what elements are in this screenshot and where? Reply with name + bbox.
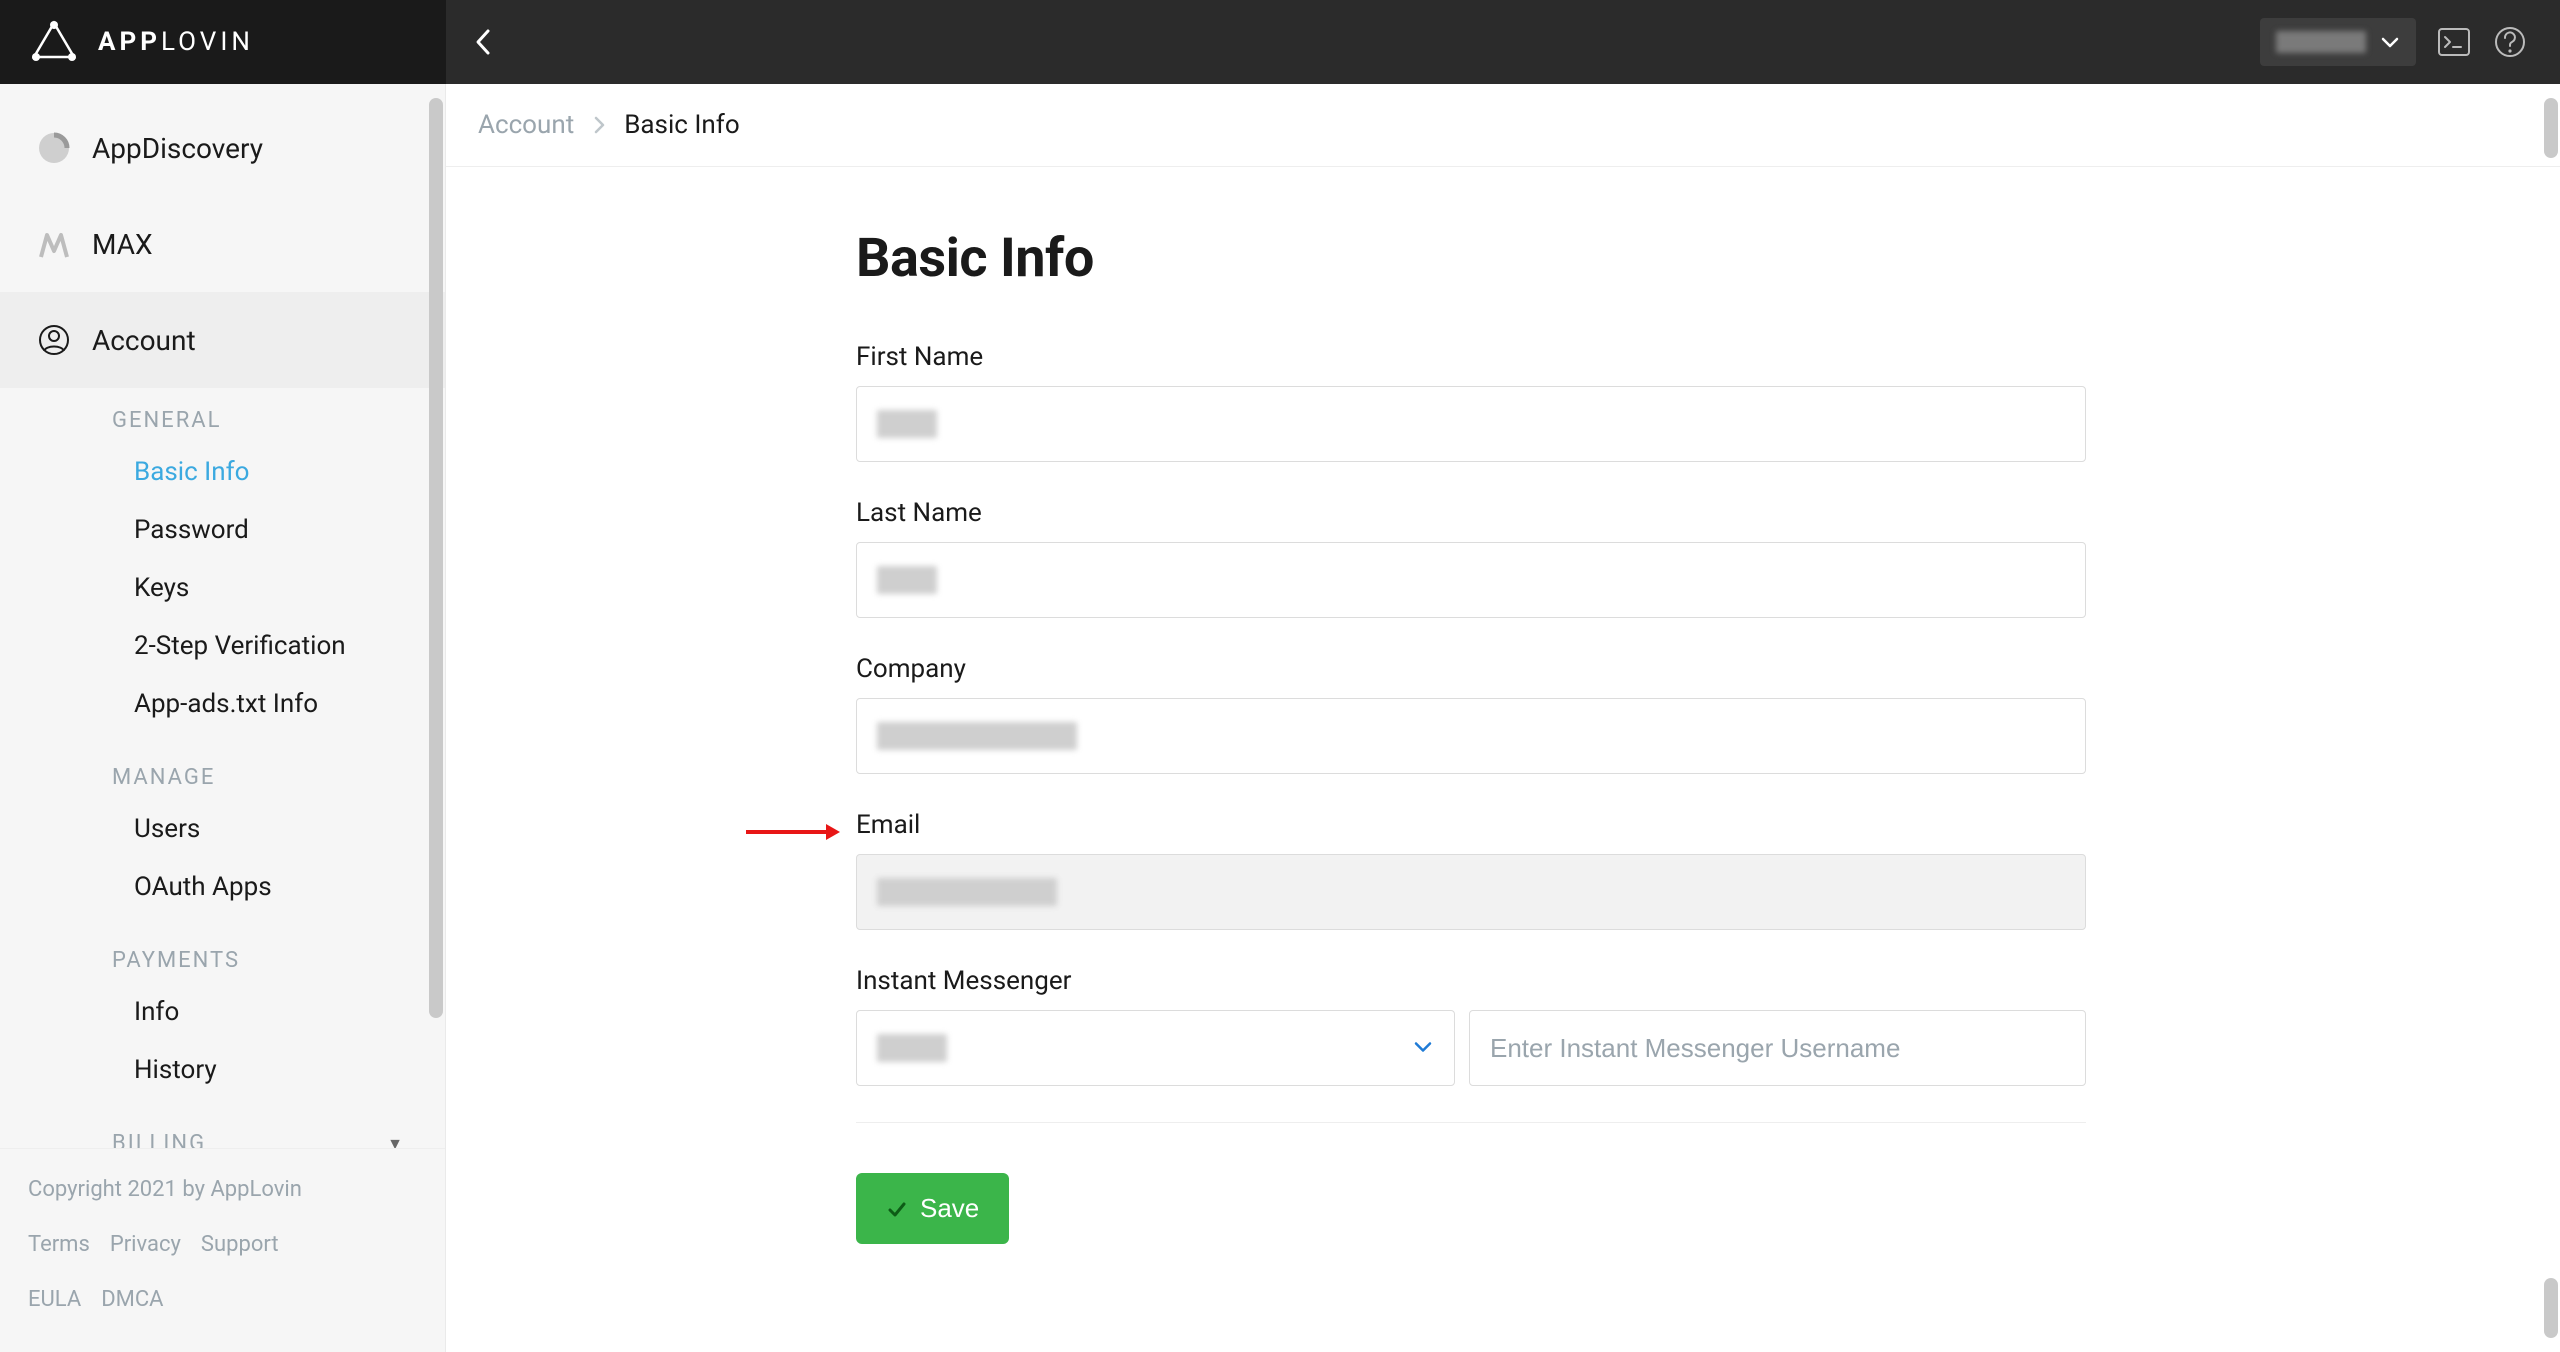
email-input xyxy=(856,854,2086,930)
sidebar-item-max[interactable]: MAX xyxy=(0,196,445,292)
masked-value xyxy=(877,878,1057,906)
first-name-label: First Name xyxy=(856,342,2086,372)
chevron-down-icon xyxy=(2380,35,2400,49)
masked-value xyxy=(877,722,1077,750)
masked-value xyxy=(877,1034,947,1062)
sidebar-item-label: MAX xyxy=(92,228,153,261)
chevron-right-icon xyxy=(592,115,606,135)
footer-link-dmca[interactable]: DMCA xyxy=(101,1287,163,1312)
help-icon xyxy=(2493,25,2527,59)
footer-link-support[interactable]: Support xyxy=(201,1232,279,1257)
sidebar-item-appdiscovery[interactable]: AppDiscovery xyxy=(0,100,445,196)
brand-logo[interactable]: APPLOVIN xyxy=(0,0,446,84)
sidebar-sub-password[interactable]: Password xyxy=(0,501,445,559)
sidebar-item-label: Account xyxy=(92,324,196,357)
footer-link-eula[interactable]: EULA xyxy=(28,1287,81,1312)
account-icon xyxy=(36,322,72,358)
appdiscovery-icon xyxy=(36,130,72,166)
chevron-down-icon xyxy=(1413,1039,1433,1058)
help-button[interactable] xyxy=(2490,22,2530,62)
sidebar-sub-history[interactable]: History xyxy=(0,1041,445,1099)
company-label: Company xyxy=(856,654,2086,684)
save-button[interactable]: Save xyxy=(856,1173,1009,1244)
email-label: Email xyxy=(856,810,2086,840)
terminal-icon xyxy=(2437,27,2471,57)
masked-value xyxy=(877,566,937,594)
im-username-input[interactable] xyxy=(1469,1010,2086,1086)
chevron-left-icon xyxy=(474,27,494,57)
check-icon xyxy=(886,1198,908,1220)
sidebar-item-label: AppDiscovery xyxy=(92,132,263,165)
applovin-logo-icon xyxy=(30,19,78,65)
sidebar-sub-oauth-apps[interactable]: OAuth Apps xyxy=(0,858,445,916)
sidebar-sub-users[interactable]: Users xyxy=(0,800,445,858)
last-name-label: Last Name xyxy=(856,498,2086,528)
breadcrumb-current: Basic Info xyxy=(624,110,739,140)
breadcrumb: Account Basic Info xyxy=(446,84,2560,167)
caret-down-icon: ▼ xyxy=(387,1134,405,1149)
sidebar-sub-basic-info[interactable]: Basic Info xyxy=(0,443,445,501)
sidebar-item-account[interactable]: Account xyxy=(0,292,445,388)
im-type-select[interactable] xyxy=(856,1010,1455,1086)
back-button[interactable] xyxy=(464,22,504,62)
save-button-label: Save xyxy=(920,1193,979,1224)
sidebar-sub-info[interactable]: Info xyxy=(0,983,445,1041)
sidebar: AppDiscovery MAX xyxy=(0,84,446,1352)
terminal-button[interactable] xyxy=(2434,22,2474,62)
footer-link-privacy[interactable]: Privacy xyxy=(110,1232,181,1257)
first-name-input[interactable] xyxy=(856,386,2086,462)
brand-text: APPLOVIN xyxy=(98,27,254,57)
account-switcher[interactable] xyxy=(2260,18,2416,66)
masked-value xyxy=(877,410,937,438)
sidebar-section-payments: PAYMENTS xyxy=(0,916,445,983)
sidebar-sub-app-ads[interactable]: App-ads.txt Info xyxy=(0,675,445,733)
sidebar-section-manage: MANAGE xyxy=(0,733,445,800)
copyright-text: Copyright 2021 by AppLovin xyxy=(28,1177,417,1202)
sidebar-section-billing-label: BILLING xyxy=(112,1131,206,1148)
main-content: Account Basic Info Basic Info First Name… xyxy=(446,84,2560,1352)
account-name xyxy=(2276,31,2366,53)
sidebar-section-general: GENERAL xyxy=(0,388,445,443)
divider xyxy=(856,1122,2086,1123)
last-name-input[interactable] xyxy=(856,542,2086,618)
sidebar-section-billing[interactable]: BILLING ▼ xyxy=(0,1099,445,1148)
page-title: Basic Info xyxy=(856,227,2086,290)
company-input[interactable] xyxy=(856,698,2086,774)
annotation-arrow-icon xyxy=(742,818,842,846)
breadcrumb-root[interactable]: Account xyxy=(478,110,574,140)
sidebar-sub-keys[interactable]: Keys xyxy=(0,559,445,617)
topbar: APPLOVIN xyxy=(0,0,2560,84)
im-label: Instant Messenger xyxy=(856,966,2086,996)
max-icon xyxy=(36,226,72,262)
footer-link-terms[interactable]: Terms xyxy=(28,1232,90,1257)
sidebar-footer: Copyright 2021 by AppLovin Terms Privacy… xyxy=(0,1148,445,1352)
sidebar-sub-two-step[interactable]: 2-Step Verification xyxy=(0,617,445,675)
